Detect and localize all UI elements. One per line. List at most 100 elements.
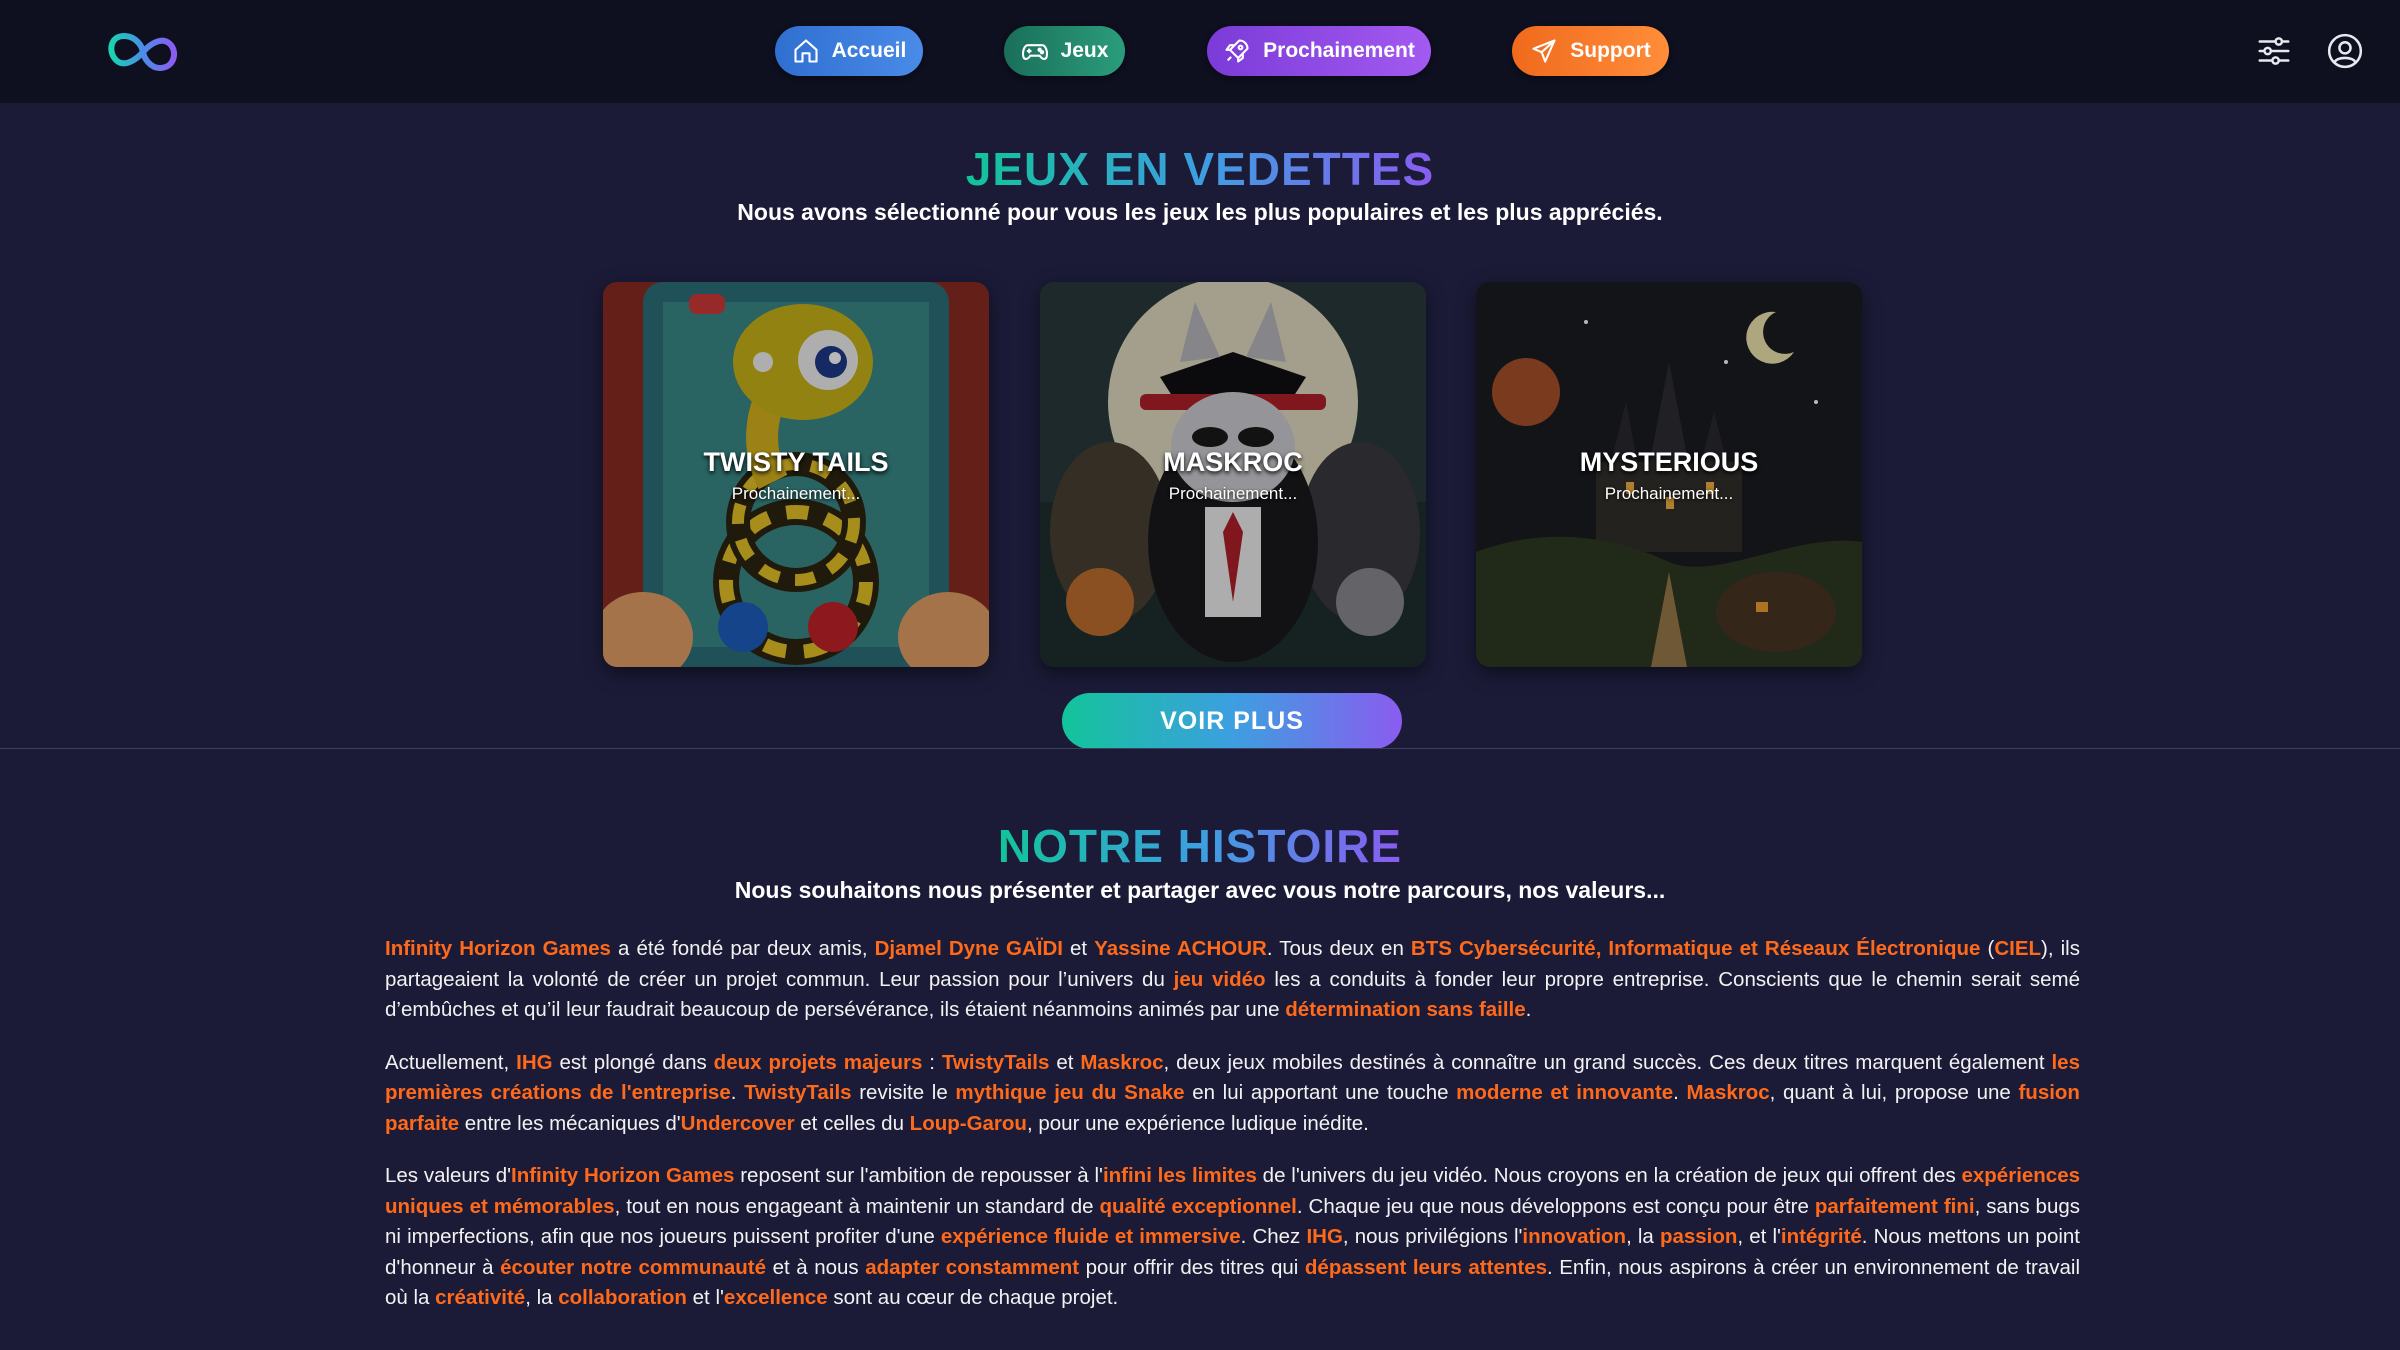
paragraph-text: , nous privilégions l' (1342, 1225, 1523, 1248)
highlighted-text: infini les limites (1102, 1164, 1257, 1187)
game-card-status: Prochainement... (1604, 484, 1734, 503)
featured-section-subtitle: Nous avons sélectionné pour vous les jeu… (737, 199, 1663, 225)
paragraph-text: , deux jeux mobiles destinés à connaître… (1163, 1050, 2052, 1074)
highlighted-text: qualité exceptionnel (1099, 1194, 1297, 1218)
highlighted-text: Undercover (680, 1111, 795, 1135)
sliders-icon[interactable] (2255, 32, 2293, 70)
highlighted-text: deux projets majeurs (713, 1050, 923, 1074)
section-divider (0, 748, 2400, 749)
game-card-title: MYSTERIOUS (1579, 447, 1759, 477)
highlighted-text: moderne et innovante (1456, 1081, 1674, 1104)
paragraph-text: et (1049, 1050, 1081, 1074)
highlighted-text: Maskroc (1686, 1081, 1770, 1104)
paragraph-text: de l'univers du jeu vidéo. Nous croyons … (1256, 1164, 1962, 1187)
paragraph-text: pour offrir des titres qui (1079, 1255, 1305, 1279)
game-card-title: TWISTY TAILS (703, 447, 889, 477)
highlighted-text: collaboration (558, 1286, 687, 1309)
game-card-maskroc[interactable]: MASKROC Prochainement... (1040, 282, 1426, 667)
highlighted-text: excellence (723, 1286, 828, 1309)
paragraph-text: Les valeurs d' (385, 1164, 512, 1187)
paragraph-text: et celles du (794, 1111, 910, 1135)
game-card-status: Prochainement... (731, 484, 861, 503)
highlighted-text: adapter constamment (865, 1255, 1080, 1279)
paragraph-text: . (1525, 998, 1532, 1021)
paragraph-text: reposent sur l'ambition de repousser à l… (734, 1164, 1103, 1187)
highlighted-text: TwistyTails (941, 1050, 1050, 1074)
highlighted-text: innovation (1522, 1225, 1627, 1248)
highlighted-text: détermination sans faille (1285, 998, 1526, 1021)
highlighted-text: Yassine ACHOUR (1094, 937, 1267, 960)
game-card-mysterious[interactable]: MYSTERIOUS Prochainement... (1476, 282, 1862, 667)
game-card-status: Prochainement... (1168, 484, 1298, 503)
featured-section-title: JEUX EN VEDETTES (0, 142, 2400, 196)
home-icon (794, 39, 818, 63)
user-circle-icon[interactable] (2326, 32, 2364, 70)
game-card-twisty-tails[interactable]: TWISTY TAILS Prochainement... (603, 282, 989, 667)
highlighted-text: Infinity Horizon Games (385, 937, 611, 960)
voir-plus-button[interactable]: VOIR PLUS (1062, 693, 1402, 749)
rocket-icon (1225, 39, 1249, 63)
history-story-text: Infinity Horizon Games a été fondé par d… (385, 934, 2080, 1336)
paragraph-text: . Chez (1240, 1225, 1307, 1248)
highlighted-text: IHG (516, 1050, 553, 1074)
highlighted-text: Infinity Horizon Games (511, 1164, 735, 1187)
highlighted-text: passion (1659, 1225, 1738, 1248)
nav-accueil-label: Accueil (831, 39, 907, 62)
paragraph-text: , la (525, 1286, 559, 1309)
nav-support-button[interactable]: Support (1512, 26, 1669, 76)
highlighted-text: BTS Cybersécurité, Informatique et Résea… (1410, 937, 1981, 960)
top-navbar: Accueil Jeux Prochainement Support (0, 0, 2400, 103)
paragraph-text: revisite le (851, 1081, 956, 1104)
paragraph-text: . Tous deux en (1266, 937, 1411, 960)
highlighted-text: CIEL (1994, 937, 2042, 960)
game-card-title: MASKROC (1163, 447, 1303, 477)
paragraph-text: , pour une expérience ludique inédite. (1026, 1111, 1369, 1135)
paragraph-text: a été fondé par deux amis, (610, 937, 875, 960)
paragraph-text: ( (1980, 937, 1995, 960)
paragraph-text: et (1062, 937, 1095, 960)
paragraph-text: est plongé dans (552, 1050, 714, 1074)
highlighted-text: écouter notre communauté (500, 1255, 767, 1279)
highlighted-text: intégrité (1780, 1225, 1862, 1248)
paragraph-text: et à nous (766, 1255, 866, 1279)
paragraph-text: entre les mécaniques d' (459, 1111, 681, 1135)
paragraph-text: Actuellement, (385, 1050, 517, 1074)
infinity-logo-icon[interactable] (104, 26, 182, 78)
highlighted-text: Djamel Dyne GAÏDI (874, 937, 1063, 960)
highlighted-text: dépassent leurs attentes (1304, 1255, 1547, 1279)
highlighted-text: TwistyTails (744, 1081, 852, 1104)
featured-title-text: JEUX EN VEDETTES (965, 143, 1435, 195)
nav-prochainement-label: Prochainement (1263, 39, 1415, 62)
paragraph-text: , tout en nous engageant à maintenir un … (614, 1194, 1100, 1218)
highlighted-text: Loup-Garou (909, 1111, 1027, 1135)
paragraph-text: sont au cœur de chaque projet. (827, 1286, 1119, 1309)
story-paragraph: Les valeurs d'Infinity Horizon Games rep… (385, 1161, 2080, 1314)
nav-jeux-button[interactable]: Jeux (1004, 26, 1125, 76)
paragraph-text: . (730, 1081, 745, 1104)
nav-accueil-button[interactable]: Accueil (775, 26, 923, 76)
highlighted-text: mythique jeu du Snake (955, 1081, 1185, 1104)
paragraph-text: . (1673, 1081, 1687, 1104)
paragraph-text: , la (1626, 1225, 1660, 1248)
highlighted-text: créativité (435, 1286, 526, 1309)
highlighted-text: expérience fluide et immersive (940, 1225, 1241, 1248)
paragraph-text: , et l' (1737, 1225, 1781, 1248)
story-paragraph: Actuellement, IHG est plongé dans deux p… (385, 1048, 2080, 1140)
paragraph-text: et l' (686, 1286, 724, 1309)
paragraph-text: . Chaque jeu que nous développons est co… (1296, 1194, 1815, 1218)
nav-prochainement-button[interactable]: Prochainement (1207, 26, 1431, 76)
paragraph-text: en lui apportant une touche (1184, 1081, 1457, 1104)
paragraph-text: : (922, 1050, 942, 1074)
highlighted-text: IHG (1306, 1225, 1343, 1248)
history-section-title: NOTRE HISTOIRE (0, 819, 2400, 873)
nav-jeux-label: Jeux (1060, 39, 1109, 62)
history-section-subtitle: Nous souhaitons nous présenter et partag… (734, 877, 1666, 903)
nav-support-label: Support (1570, 39, 1651, 62)
gamepad-icon (1021, 44, 1048, 60)
story-paragraph: Infinity Horizon Games a été fondé par d… (385, 934, 2080, 1026)
paragraph-text: , quant à lui, propose une (1769, 1081, 2019, 1104)
highlighted-text: Maskroc (1080, 1050, 1164, 1074)
paper-plane-icon (1532, 39, 1556, 63)
highlighted-text: jeu vidéo (1173, 967, 1266, 991)
highlighted-text: parfaitement fini (1814, 1194, 1975, 1218)
